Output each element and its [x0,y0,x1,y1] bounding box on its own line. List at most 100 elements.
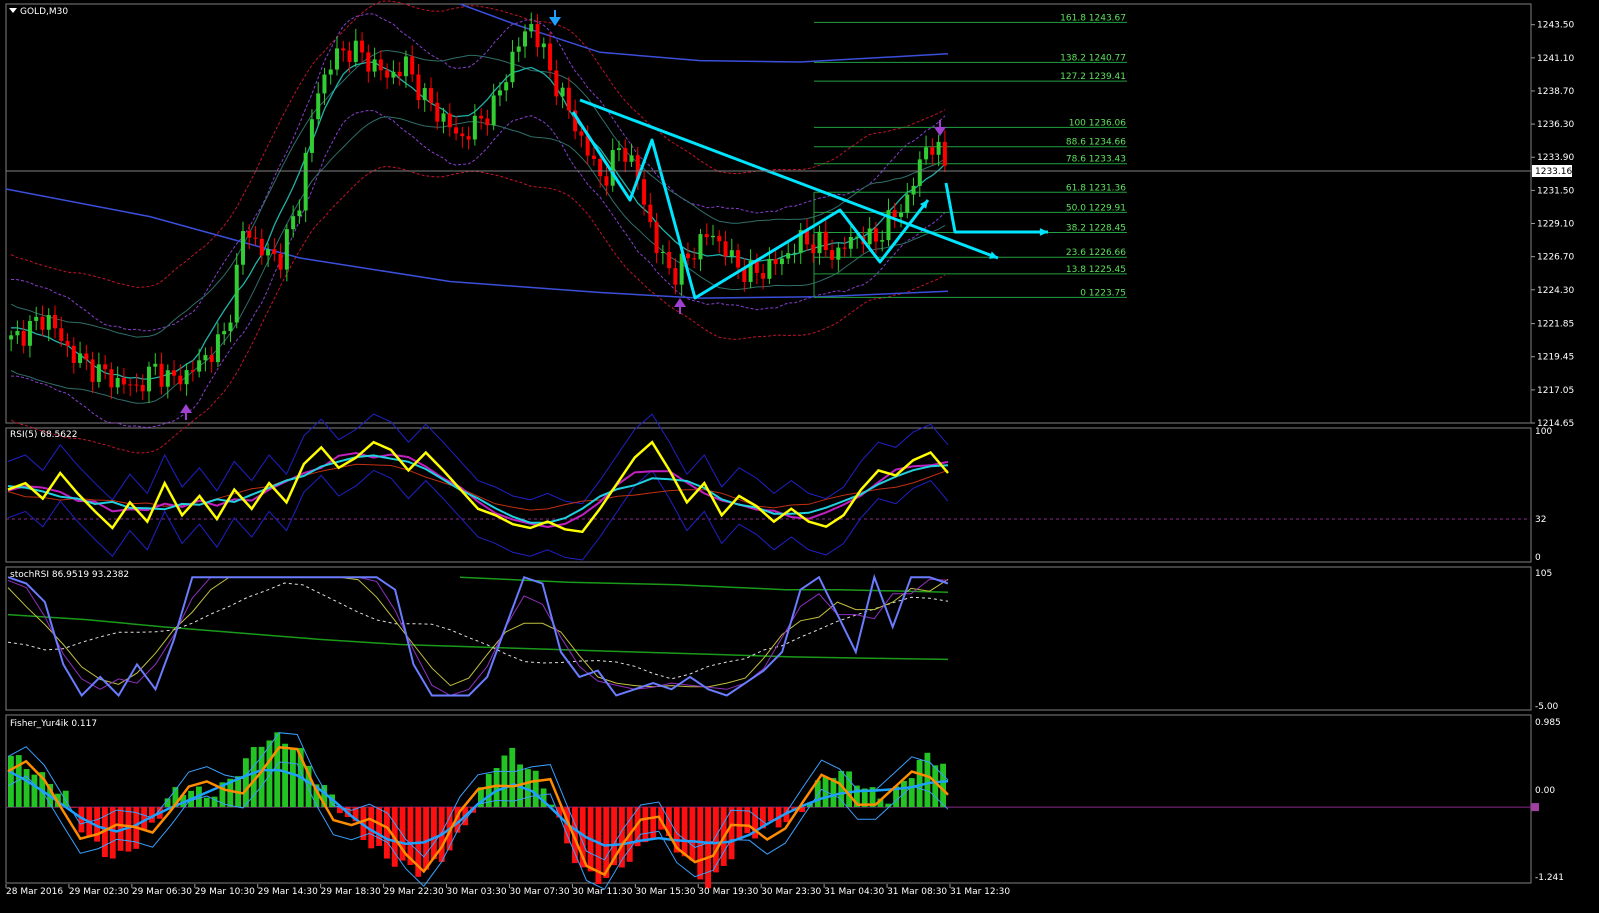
fib-level-label: 0 1223.75 [1080,288,1126,298]
fisher-value-marker [1531,803,1539,812]
candle-body [692,258,697,260]
candle-body [497,90,502,96]
candle-body [848,236,853,249]
candle-body [610,150,615,186]
candle-body [723,241,728,257]
time-axis-label: 28 Mar 2016 [6,887,63,897]
rsi-scale-bottom: 0 [1535,553,1541,563]
candle-body [617,148,621,151]
candle-body [579,131,584,136]
candle-body [930,147,935,155]
fisher-histogram-bar [31,774,38,808]
candle-body [203,355,208,361]
candle-body [472,115,477,140]
time-axis-label: 29 Mar 10:30 [195,887,255,897]
fisher-histogram-bar [908,778,915,808]
fib-level-label: 38.2 1228.45 [1066,223,1126,233]
fisher-histogram-bar [681,807,688,857]
candle-body [548,43,553,71]
candle-body [9,335,14,340]
candle-body [316,93,321,120]
stoch-scale-bottom: -5.00 [1535,702,1559,712]
candle-body [698,234,703,260]
time-axis-label: 30 Mar 19:30 [698,887,758,897]
candle-body [516,46,521,52]
candle-body [541,43,546,48]
fisher-histogram-bar [619,807,625,868]
price-axis-label: 1236.30 [1537,120,1574,130]
candle-body [341,48,346,51]
fib-level-label: 88.6 1234.66 [1066,138,1126,148]
candle-body [109,369,114,388]
candle-body [78,353,83,364]
candle-body [673,268,678,285]
time-axis-label: 29 Mar 22:30 [384,887,444,897]
candle-body [479,115,484,119]
candle-body [197,360,202,372]
fisher-histogram-bar [258,746,265,808]
candle-body [667,251,672,269]
time-axis-label: 29 Mar 06:30 [132,887,192,897]
candle-body [215,334,220,363]
price-axis-label: 1238.70 [1537,87,1574,97]
fisher-histogram-bar [501,755,508,808]
candle-body [836,247,841,260]
candle-body [71,345,76,364]
candle-body [291,216,296,230]
fib-level-label: 161.8 1243.67 [1060,13,1126,23]
candle-body [711,235,715,238]
candle-body [924,147,929,160]
time-axis-label: 29 Mar 02:30 [69,887,129,897]
candle-body [234,264,239,323]
candle-body [165,370,170,387]
fisher-histogram-bar [532,770,539,808]
candle-body [378,59,383,71]
candle-body [842,247,847,249]
fisher-scale-mid: 0.00 [1535,786,1555,796]
candle-body [21,331,26,346]
candle-body [266,249,271,256]
candle-body [46,314,51,330]
fisher-scale-top: 0.985 [1535,718,1561,728]
candle-body [873,228,878,242]
candle-body [441,113,446,122]
rsi-label: RSI(5) 68.5622 [10,430,77,440]
candle-body [403,56,408,77]
candle-body [259,238,264,256]
price-axis-label: 1221.85 [1537,320,1574,330]
time-axis-label: 31 Mar 04:30 [824,887,884,897]
candle-body [190,370,195,372]
fib-level-label: 23.6 1226.66 [1066,248,1126,258]
rsi-scale-mid: 32 [1535,515,1546,525]
time-axis-label: 30 Mar 23:30 [761,887,821,897]
candle-body [767,258,772,279]
candle-body [159,363,164,387]
candle-body [115,377,120,388]
candle-body [429,88,433,103]
fisher-histogram-bar [376,807,382,846]
candle-body [460,133,465,137]
price-axis-label: 1226.70 [1537,253,1574,263]
candle-body [40,316,45,330]
price-axis-label: 1231.50 [1537,186,1574,196]
candle-body [792,252,797,254]
candle-body [604,176,609,186]
candle-body [654,222,659,254]
candle-body [761,272,766,279]
candle-body [422,88,427,101]
time-axis-label: 29 Mar 14:30 [258,887,318,897]
time-axis-label: 29 Mar 18:30 [321,887,381,897]
candle-body [629,155,634,162]
candle-body [435,102,440,122]
fisher-histogram-bar [736,807,743,841]
candle-body [447,113,452,128]
candle-body [140,384,145,392]
candle-body [59,328,64,341]
candle-body [309,119,314,153]
candle-body [899,212,903,217]
candle-body [911,185,916,195]
candle-body [535,24,540,48]
candle-body [385,70,390,78]
candle-body [554,70,559,97]
candle-body [103,364,108,370]
